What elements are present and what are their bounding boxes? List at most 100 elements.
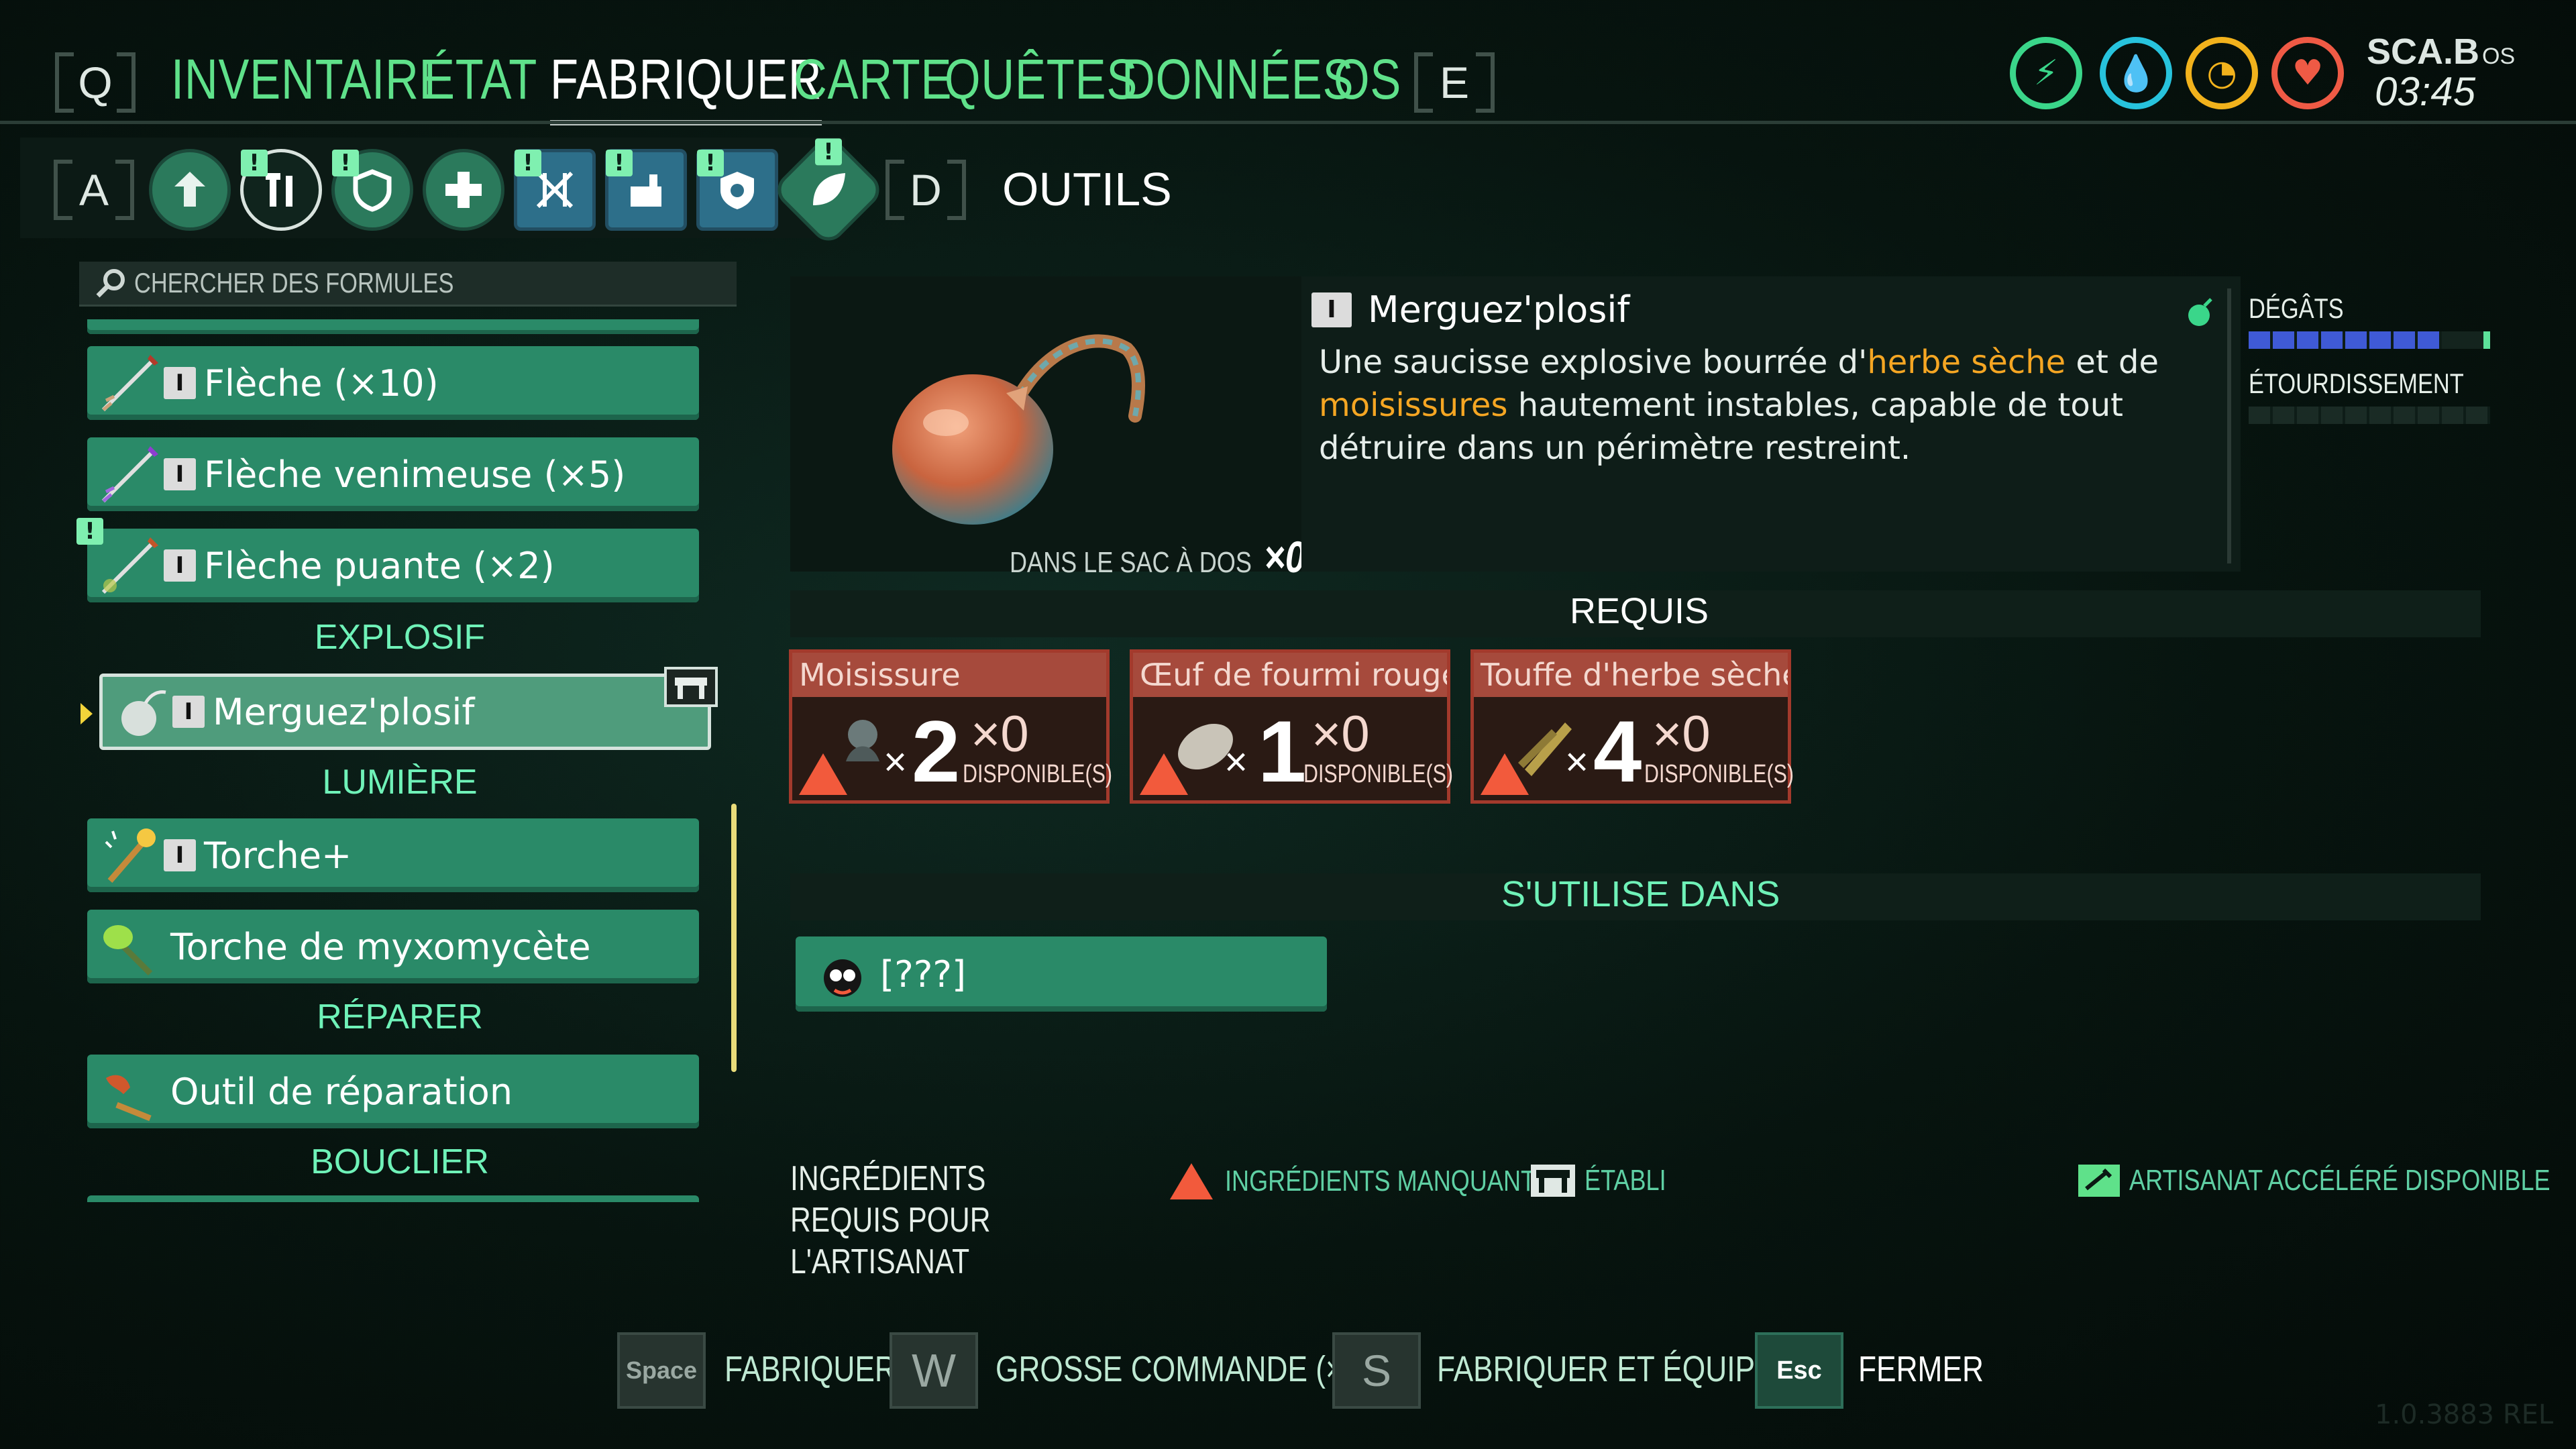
recipe-myxo-torch[interactable]: Torche de myxomycète: [87, 910, 699, 983]
tier-badge: I: [1311, 292, 1352, 327]
ingredient-dry-grass[interactable]: Touffe d'herbe sèche × 4 ×0 DISPONIBLE(S…: [1470, 649, 1794, 804]
ingredient-have: ×0: [1311, 706, 1370, 763]
bulk-order-label: GROSSE COMMANDE (×0): [996, 1349, 1370, 1389]
venom-arrow-icon: [101, 446, 158, 503]
section-reparer: RÉPARER: [317, 998, 483, 1036]
stats-divider: [2227, 288, 2231, 564]
tier-badge: I: [172, 696, 205, 728]
backpack-count: ×0: [1264, 532, 1305, 582]
recipe-venom-arrow[interactable]: I Flèche venimeuse (×5): [87, 437, 699, 511]
recipe-label: Torche de myxomycète: [170, 925, 591, 968]
search-input[interactable]: CHERCHER DES FORMULES: [134, 267, 453, 299]
legend-required: INGRÉDIENTS REQUIS POUR L'ARTISANAT: [790, 1159, 991, 1281]
stink-arrow-icon: [101, 537, 158, 594]
tier-badge: I: [164, 839, 196, 871]
lightning-icon: ⚡: [2010, 37, 2082, 109]
ingredient-needed: 1: [1258, 702, 1307, 800]
section-lumiere: LUMIÈRE: [322, 763, 478, 802]
category-build-icon[interactable]: [149, 149, 231, 231]
category-trinket-icon[interactable]: !: [696, 149, 778, 231]
new-badge: !: [606, 150, 633, 176]
tier-badge: I: [164, 549, 196, 582]
craft-equip-label: FABRIQUER ET ÉQUIPER: [1437, 1349, 1796, 1389]
category-prev-key[interactable]: A: [54, 160, 134, 220]
clock-label: SCA.B OS: [2367, 32, 2516, 72]
game-time: 03:45: [2375, 69, 2476, 114]
build-icon: [174, 172, 205, 207]
list-top-edge: [87, 319, 699, 334]
tab-carte[interactable]: CARTE: [794, 47, 952, 112]
category-tools-icon[interactable]: !: [240, 149, 322, 231]
craft-key[interactable]: Space: [617, 1332, 706, 1409]
workbench-icon: [1531, 1165, 1575, 1197]
item-description: Une saucisse explosive bourrée d'herbe s…: [1319, 343, 2159, 467]
used-in-title: S'UTILISE DANS: [1501, 874, 1780, 914]
ingredient-have: ×0: [971, 706, 1029, 763]
stat-label-damage: DÉGÂTS: [2249, 292, 2344, 324]
used-in-label: [???]: [880, 953, 967, 996]
ingredient-mult: ×: [1565, 739, 1589, 784]
list-scrollbar[interactable]: [731, 804, 737, 1072]
item-name: Merguez'plosif: [1368, 288, 1630, 331]
recipe-merguez-selected[interactable]: I Merguez'plosif: [99, 674, 711, 750]
stats-panel: DÉGÂTS ÉTOURDISSEMENT: [2249, 292, 2497, 424]
legend-workbench: ÉTABLI: [1529, 1163, 1684, 1198]
category-health-icon[interactable]: [423, 149, 504, 231]
nav-next-key[interactable]: E: [1414, 52, 1495, 113]
leaf-icon: [813, 173, 845, 205]
repair-tool-icon: [106, 1075, 152, 1122]
close-key[interactable]: Esc: [1755, 1332, 1843, 1409]
recipe-search[interactable]: CHERCHER DES FORMULES: [79, 262, 737, 307]
bomb-type-icon: [2188, 298, 2212, 326]
nav-prev-key[interactable]: Q: [55, 52, 136, 113]
new-badge: !: [515, 150, 541, 176]
recipe-label: Outil de réparation: [170, 1070, 513, 1113]
close-label: FERMER: [1858, 1349, 1984, 1389]
backpack-label: DANS LE SAC À DOS ×0: [1010, 532, 1305, 582]
recipe-label: Torche+: [204, 834, 352, 877]
category-shield-icon[interactable]: !: [331, 149, 413, 231]
category-title: OUTILS: [1002, 163, 1172, 215]
item-title: I Merguez'plosif: [1311, 288, 1629, 331]
tab-os[interactable]: OS: [1334, 47, 1401, 112]
slime-torch-icon: [103, 925, 153, 976]
stat-bar-damage: [2249, 331, 2490, 349]
unknown-item-icon: [824, 959, 861, 997]
tab-inventaire[interactable]: INVENTAIRE: [171, 47, 450, 112]
ingredient-needed: 4: [1593, 702, 1642, 800]
new-badge: !: [815, 138, 842, 166]
recipe-torch-plus[interactable]: I Torche+: [87, 818, 699, 892]
workbench-badge-icon: [664, 667, 718, 707]
ingredient-available: DISPONIBLE(S): [963, 760, 1112, 788]
tier-badge: I: [164, 367, 196, 399]
ingredient-red-ant-egg[interactable]: Œuf de fourmi rouge × 1 ×0 DISPONIBLE(S): [1130, 649, 1453, 804]
tab-quetes[interactable]: QUÊTES: [945, 47, 1138, 112]
hunger-icon: ◔: [2186, 37, 2258, 109]
stat-fill-damage: [2249, 331, 2442, 349]
tab-fabriquer[interactable]: FABRIQUER: [550, 47, 822, 125]
recipe-stink-arrow[interactable]: ! I Flèche puante (×2): [76, 518, 699, 602]
ingredient-mold[interactable]: Moisissure × 2 ×0 DISPONIBLE(S): [789, 649, 1112, 804]
new-badge: !: [697, 150, 724, 176]
ingredient-available: DISPONIBLE(S): [1303, 760, 1453, 788]
craft-equip-key[interactable]: S: [1332, 1332, 1421, 1409]
used-in-item[interactable]: [???]: [796, 936, 1327, 1012]
recipe-repair-tool[interactable]: Outil de réparation: [87, 1055, 699, 1128]
recipe-arrow[interactable]: I Flèche (×10): [87, 346, 699, 420]
ingredient-name: Touffe d'herbe sèche: [1474, 653, 1788, 697]
recipe-label: Flèche venimeuse (×5): [204, 453, 626, 496]
legend-fast-craft: ARTISANAT ACCÉLÉRÉ DISPONIBLE: [2077, 1163, 2576, 1198]
category-next-key[interactable]: D: [885, 160, 966, 220]
category-storage-icon[interactable]: !: [605, 149, 687, 231]
selection-arrow-icon: [80, 703, 93, 724]
tab-etat[interactable]: ÉTAT: [424, 47, 537, 112]
fast-craft-icon: [2078, 1165, 2120, 1197]
section-bouclier: BOUCLIER: [311, 1142, 489, 1181]
tab-donnees[interactable]: DONNÉES: [1122, 47, 1354, 112]
version-label: 1.0.3883 REL: [2375, 1399, 2554, 1430]
recipe-label: Merguez'plosif: [213, 690, 475, 733]
bulk-order-key[interactable]: W: [890, 1332, 978, 1409]
recipe-label: Flèche puante (×2): [204, 544, 555, 587]
category-defense-icon[interactable]: !: [514, 149, 596, 231]
arrow-icon: [101, 355, 158, 412]
